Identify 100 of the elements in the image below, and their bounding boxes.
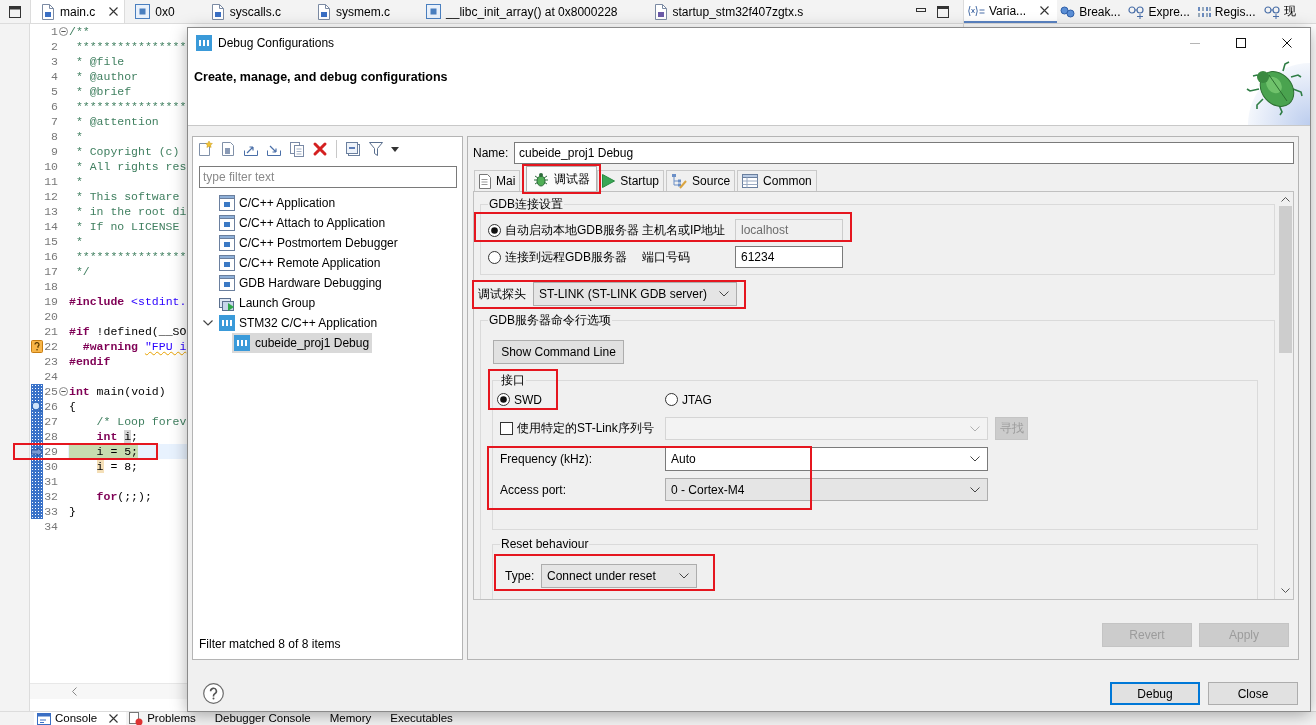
scroll-left-icon[interactable] (72, 687, 77, 696)
line-number: 15 (44, 234, 58, 249)
code-line: /** (69, 24, 90, 39)
restore-icon[interactable] (9, 5, 21, 18)
tree-item[interactable]: cubeide_proj1 Debug (232, 333, 373, 353)
close-icon[interactable] (1040, 6, 1050, 15)
file-icon[interactable] (220, 141, 236, 157)
radio-icon[interactable] (497, 393, 510, 407)
line-number: 1 (50, 24, 58, 39)
collapse-icon[interactable] (58, 27, 68, 36)
scrollbar-thumb[interactable] (1278, 206, 1292, 353)
tree-item[interactable]: Launch Group (217, 293, 319, 313)
editor-tab[interactable]: sysmem.c (307, 0, 417, 23)
radio-icon[interactable] (488, 223, 501, 237)
line-number: 17 (44, 264, 58, 279)
collapse-all-icon[interactable] (345, 141, 361, 157)
delete-icon[interactable] (312, 141, 328, 157)
panel-tab[interactable]: Problems (126, 712, 212, 725)
new-file-icon[interactable] (197, 141, 213, 157)
panel-tab[interactable]: Console (34, 712, 127, 725)
view-tab[interactable]: Break... (1057, 0, 1126, 23)
editor-tab[interactable]: 0x0 (125, 0, 201, 23)
chevron-icon[interactable] (203, 320, 213, 326)
tree-item[interactable]: GDB Hardware Debugging (217, 273, 385, 293)
line-number: 31 (44, 474, 58, 489)
radio-option[interactable]: 自动启动本地GDB服务器 (488, 221, 642, 239)
line-number: 23 (44, 354, 58, 369)
radio-option[interactable]: JTAG (665, 392, 712, 407)
square-icon (135, 4, 151, 19)
show-command-line-button[interactable]: Show Command Line (493, 340, 624, 364)
collapse-icon[interactable] (58, 387, 68, 396)
file-icon (41, 3, 55, 20)
panel-tab[interactable]: Executables (387, 712, 469, 725)
filter-icon[interactable] (368, 141, 384, 157)
tree-item[interactable]: C/C++ Application (217, 193, 339, 213)
view-tab[interactable]: 现 (1260, 0, 1301, 23)
dropdown[interactable]: Auto (665, 447, 988, 471)
tab[interactable]: Common (737, 170, 817, 191)
line-number: 19 (44, 294, 58, 309)
caret-icon[interactable] (391, 146, 399, 152)
app-icon (196, 35, 212, 51)
caret-icon (970, 425, 980, 432)
source-icon (671, 173, 688, 189)
line-number: 14 (44, 219, 58, 234)
code-line: * @brief (74, 84, 132, 99)
tree-item[interactable]: C/C++ Remote Application (217, 253, 384, 273)
dropdown[interactable]: Connect under reset (541, 564, 697, 588)
tab[interactable]: Startup (597, 170, 665, 191)
dropdown[interactable]: ST-LINK (ST-LINK GDB server) (533, 282, 737, 306)
code-line: #endif (69, 354, 111, 369)
dropdown[interactable]: 0 - Cortex-M4 (665, 478, 988, 501)
panel-tab[interactable]: Memory (326, 712, 388, 725)
editor-tab[interactable]: __libc_init_array() at 0x8000228 (416, 0, 644, 23)
tab[interactable]: Mai (474, 170, 521, 191)
code-line: /* Loop forev (95, 414, 187, 429)
code-line: * If no LICENSE (74, 219, 180, 234)
close-icon[interactable] (109, 7, 119, 16)
code-line: * (74, 129, 83, 144)
copy-icon[interactable] (289, 141, 305, 157)
radio-option[interactable]: 连接到远程GDB服务器 (488, 248, 642, 266)
caret-icon (970, 456, 980, 462)
view-tab[interactable]: Regis... (1194, 0, 1261, 23)
radio-option[interactable]: SWD (497, 392, 542, 407)
view-tab[interactable]: Expre... (1125, 0, 1195, 23)
tree-item[interactable]: C/C++ Attach to Application (217, 213, 389, 233)
text-field[interactable]: 61234 (735, 246, 843, 268)
name-field[interactable]: cubeide_proj1 Debug (514, 142, 1294, 164)
code-line: #warning "FPU i (81, 339, 187, 354)
close-icon (1282, 38, 1292, 48)
scroll-up-icon[interactable] (1280, 197, 1290, 202)
dialog-button[interactable]: Close (1208, 682, 1298, 705)
app-icon (234, 335, 250, 351)
line-number: 25 (44, 384, 58, 399)
window-title: Debug Configurations (218, 36, 335, 50)
code-line: **************** (74, 249, 187, 264)
filter-field[interactable]: type filter text (199, 166, 457, 188)
tab[interactable]: Source (666, 170, 736, 191)
field-label: 端口号码 (642, 248, 691, 266)
panel-tab[interactable]: Debugger Console (211, 712, 327, 725)
checkbox-option[interactable]: 使用特定的ST-Link序列号 (500, 419, 654, 437)
magnifier-icon (31, 400, 43, 413)
editor-tab[interactable]: startup_stm32f407zgtx.s (643, 0, 830, 23)
help-icon[interactable] (203, 683, 224, 704)
code-line: #if !defined(__SO (69, 324, 187, 339)
maximize-icon[interactable] (937, 5, 949, 18)
radio-icon[interactable] (665, 393, 678, 407)
group-title: 接口 (500, 373, 526, 387)
checkbox[interactable] (500, 421, 513, 435)
variables-icon (967, 4, 985, 17)
editor-tab[interactable]: syscalls.c (200, 0, 308, 23)
line-number: 34 (44, 519, 58, 534)
tree-item[interactable]: C/C++ Postmortem Debugger (217, 233, 401, 253)
editor-tab[interactable]: main.c (30, 0, 126, 23)
scroll-down-icon[interactable] (1280, 588, 1290, 593)
maximize-icon (1236, 38, 1246, 48)
tree-item[interactable]: STM32 C/C++ Application (217, 313, 381, 333)
close-icon[interactable] (109, 714, 119, 723)
radio-icon[interactable] (488, 250, 501, 264)
dialog-button[interactable]: Debug (1110, 682, 1200, 705)
view-tab[interactable]: Varia... (964, 0, 1058, 23)
